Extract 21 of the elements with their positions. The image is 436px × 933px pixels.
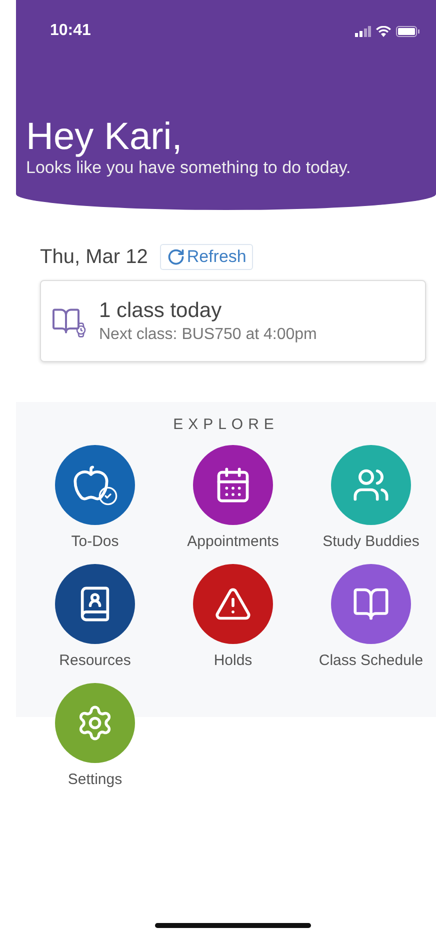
explore-tile[interactable]: To-Dos bbox=[26, 445, 164, 550]
wifi-icon bbox=[376, 26, 391, 36]
explore-title: EXPLORE bbox=[173, 416, 279, 433]
status-time: 10:41 bbox=[50, 22, 91, 40]
explore-tile[interactable]: Settings bbox=[26, 683, 164, 788]
battery-icon bbox=[396, 26, 420, 36]
apple-icon bbox=[72, 464, 118, 506]
class-summary-card[interactable]: 1 class today Next class: BUS750 at 4:00pm bbox=[40, 280, 426, 362]
next-class: Next class: BUS750 at 4:00pm bbox=[99, 326, 317, 344]
refresh-icon bbox=[166, 248, 185, 266]
explore-tile[interactable]: Class Schedule bbox=[302, 564, 436, 669]
explore-tile[interactable]: Appointments bbox=[164, 445, 302, 550]
greeting-title: Hey Kari, bbox=[26, 116, 184, 158]
explore-tile[interactable]: Study Buddies bbox=[302, 445, 436, 550]
refresh-button[interactable]: Refresh bbox=[160, 244, 254, 270]
explore-tile[interactable]: Holds bbox=[164, 564, 302, 669]
explore-tile[interactable]: Resources bbox=[26, 564, 164, 669]
class-count: 1 class today bbox=[99, 298, 223, 322]
date-label: Thu, Mar 12 bbox=[40, 246, 148, 268]
greeting-subtitle: Looks like you have something to do today. bbox=[26, 158, 352, 178]
signal-icon bbox=[355, 26, 371, 36]
